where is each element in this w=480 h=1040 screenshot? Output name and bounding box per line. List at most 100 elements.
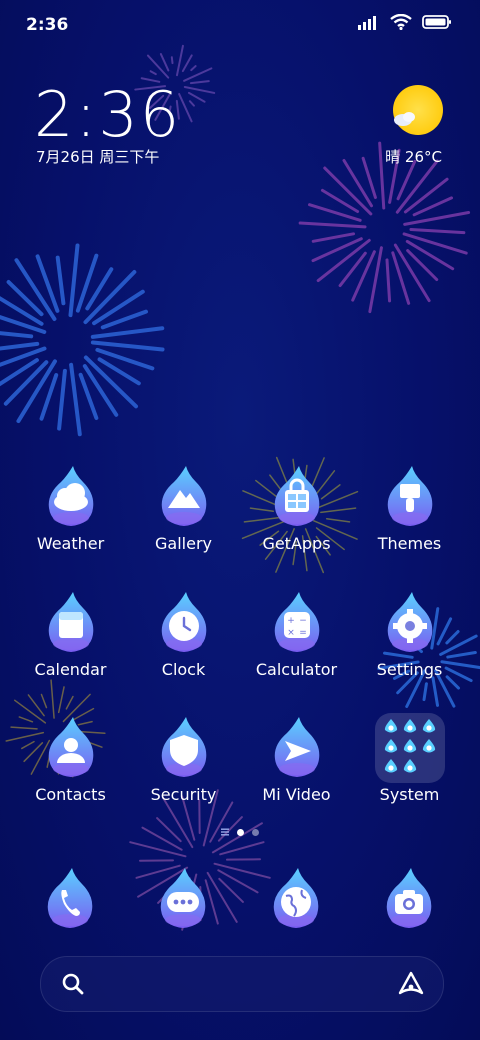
page-dot bbox=[252, 828, 259, 836]
firework-spark bbox=[35, 254, 60, 313]
firework-spark bbox=[6, 280, 44, 317]
app-label: Calculator bbox=[255, 660, 338, 679]
play-icon bbox=[265, 713, 329, 783]
clock-icon bbox=[152, 588, 216, 658]
camera-icon[interactable] bbox=[377, 864, 441, 934]
app-themes[interactable]: Themes bbox=[353, 462, 466, 553]
firework-spark bbox=[311, 237, 363, 263]
firework-spark bbox=[361, 156, 377, 199]
app-clock[interactable]: Clock bbox=[127, 588, 240, 679]
app-system[interactable]: System bbox=[353, 713, 466, 804]
firework-spark bbox=[0, 331, 34, 339]
calendar-icon bbox=[39, 588, 103, 658]
firework-spark bbox=[0, 341, 40, 351]
battery-icon bbox=[422, 15, 451, 29]
firework-spark bbox=[217, 869, 259, 894]
firework-spark bbox=[55, 255, 66, 306]
folder-icon bbox=[374, 713, 445, 783]
firework-spark bbox=[351, 250, 376, 302]
firework-spark bbox=[65, 695, 74, 710]
firework-spark bbox=[409, 228, 466, 235]
phone-icon[interactable] bbox=[38, 864, 102, 934]
firework-spark bbox=[39, 373, 59, 421]
firework-spark bbox=[338, 251, 367, 288]
firework-spark bbox=[395, 159, 439, 214]
firework-spark bbox=[405, 239, 455, 271]
status-bar: 2:36 bbox=[0, 0, 480, 50]
app-settings[interactable]: Settings bbox=[353, 588, 466, 679]
firework-spark bbox=[90, 326, 165, 339]
app-label: Clock bbox=[161, 660, 206, 679]
svg-text:=: = bbox=[299, 628, 307, 638]
firework-spark bbox=[378, 141, 386, 210]
firework-spark bbox=[391, 251, 411, 305]
cloud-icon bbox=[39, 462, 103, 532]
mountain-icon bbox=[152, 462, 216, 532]
person-icon bbox=[39, 713, 103, 783]
firework-spark bbox=[368, 246, 383, 314]
firework-spark bbox=[0, 315, 47, 335]
svg-text:×: × bbox=[287, 628, 295, 638]
widget-weather: 晴 26°C bbox=[385, 148, 442, 166]
firework-spark bbox=[83, 270, 137, 325]
firework-spark bbox=[78, 372, 99, 421]
svg-text:−: − bbox=[299, 616, 307, 626]
app-gallery[interactable]: Gallery bbox=[127, 462, 240, 553]
firework-spark bbox=[85, 267, 114, 311]
firework-spark bbox=[175, 44, 184, 77]
firework-spark bbox=[403, 177, 449, 214]
firework-spark bbox=[16, 359, 57, 424]
app-calendar[interactable]: Calendar bbox=[14, 588, 127, 679]
message-icon[interactable] bbox=[151, 864, 215, 934]
status-time: 2:36 bbox=[26, 15, 69, 35]
status-icons bbox=[358, 14, 452, 30]
firework-spark bbox=[393, 243, 431, 303]
app-calculator[interactable]: + − × = Calculator bbox=[240, 588, 353, 679]
firework-spark bbox=[57, 686, 65, 714]
firework-spark bbox=[316, 238, 371, 283]
firework-spark bbox=[68, 243, 80, 318]
firework-spark bbox=[69, 362, 82, 437]
app-label: Gallery bbox=[155, 534, 212, 553]
firework-spark bbox=[406, 249, 439, 282]
search-icon[interactable] bbox=[61, 972, 85, 996]
firework-spark bbox=[311, 232, 356, 243]
assistant-icon[interactable] bbox=[397, 970, 425, 998]
browser-icon[interactable] bbox=[264, 864, 328, 934]
firework-spark bbox=[183, 85, 216, 94]
firework-spark bbox=[187, 91, 206, 103]
widget-time[interactable]: 2:36 bbox=[34, 78, 181, 151]
app-getapps[interactable]: GetApps bbox=[240, 462, 353, 553]
page-indicator[interactable] bbox=[0, 828, 480, 836]
app-mi-video[interactable]: Mi Video bbox=[240, 713, 353, 804]
firework-spark bbox=[75, 253, 99, 313]
firework-spark bbox=[40, 693, 48, 709]
firework-spark bbox=[97, 357, 141, 386]
app-security[interactable]: Security bbox=[127, 713, 240, 804]
app-label: Calendar bbox=[34, 660, 107, 679]
app-label: System bbox=[379, 785, 440, 804]
app-label: Security bbox=[150, 785, 217, 804]
app-label: Mi Video bbox=[262, 785, 331, 804]
firework-spark bbox=[0, 296, 44, 326]
app-contacts[interactable]: Contacts bbox=[14, 713, 127, 804]
svg-text:+: + bbox=[287, 616, 295, 626]
firework-spark bbox=[188, 100, 195, 107]
firework-spark bbox=[3, 360, 49, 406]
search-bar[interactable] bbox=[40, 956, 444, 1012]
app-label: GetApps bbox=[262, 534, 331, 553]
firework-spark bbox=[431, 676, 440, 707]
firework-spark bbox=[422, 682, 428, 702]
shield-icon bbox=[152, 713, 216, 783]
sunny-icon[interactable] bbox=[392, 84, 444, 136]
app-label: Themes bbox=[377, 534, 442, 553]
firework-spark bbox=[213, 862, 271, 879]
firework-spark bbox=[0, 358, 39, 387]
shopping-bag-icon bbox=[265, 462, 329, 532]
app-label: Contacts bbox=[35, 785, 106, 804]
firework-spark bbox=[190, 65, 197, 72]
firework-spark bbox=[57, 368, 67, 431]
firework-spark bbox=[170, 56, 174, 65]
wifi-icon bbox=[390, 14, 412, 30]
app-weather[interactable]: Weather bbox=[14, 462, 127, 553]
